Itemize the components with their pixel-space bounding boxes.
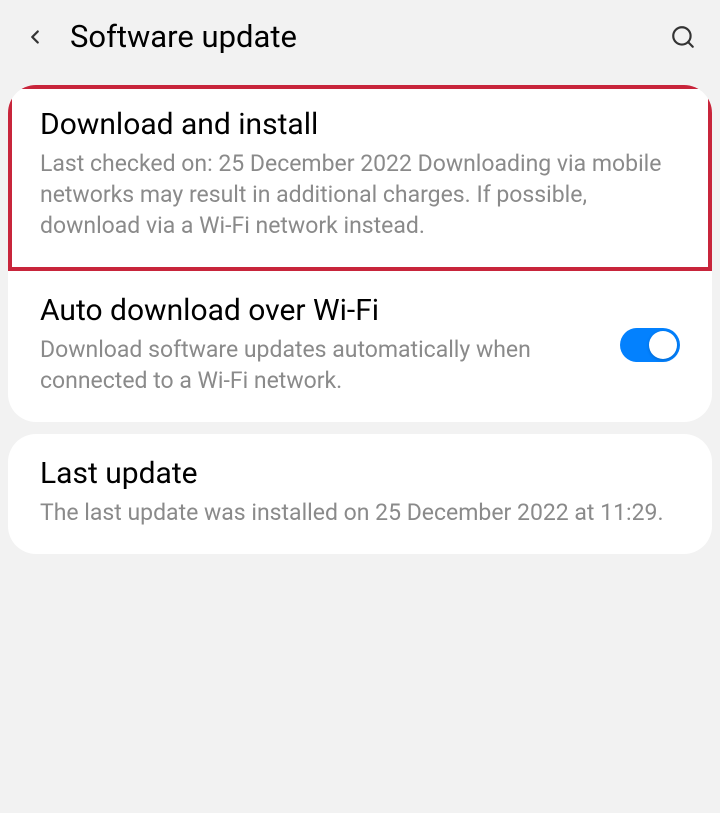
item-subtitle: The last update was installed on 25 Dece… <box>40 497 680 528</box>
auto-download-toggle[interactable] <box>620 328 680 362</box>
item-subtitle: Last checked on: 25 December 2022 Downlo… <box>40 148 680 241</box>
item-text: Auto download over Wi-Fi Download softwa… <box>40 293 620 396</box>
back-icon[interactable] <box>24 26 46 48</box>
settings-group-1: Download and install Last checked on: 25… <box>8 85 712 422</box>
header: Software update <box>0 0 720 73</box>
search-icon[interactable] <box>670 24 696 50</box>
settings-group-2: Last update The last update was installe… <box>8 434 712 554</box>
item-subtitle: Download software updates automatically … <box>40 334 600 396</box>
auto-download-item[interactable]: Auto download over Wi-Fi Download softwa… <box>8 271 712 422</box>
download-and-install-item[interactable]: Download and install Last checked on: 25… <box>8 85 712 271</box>
last-update-item[interactable]: Last update The last update was installe… <box>8 434 712 554</box>
item-title: Last update <box>40 456 680 491</box>
toggle-knob <box>649 331 677 359</box>
page-title: Software update <box>70 18 670 55</box>
item-title: Download and install <box>40 107 680 142</box>
item-title: Auto download over Wi-Fi <box>40 293 600 328</box>
